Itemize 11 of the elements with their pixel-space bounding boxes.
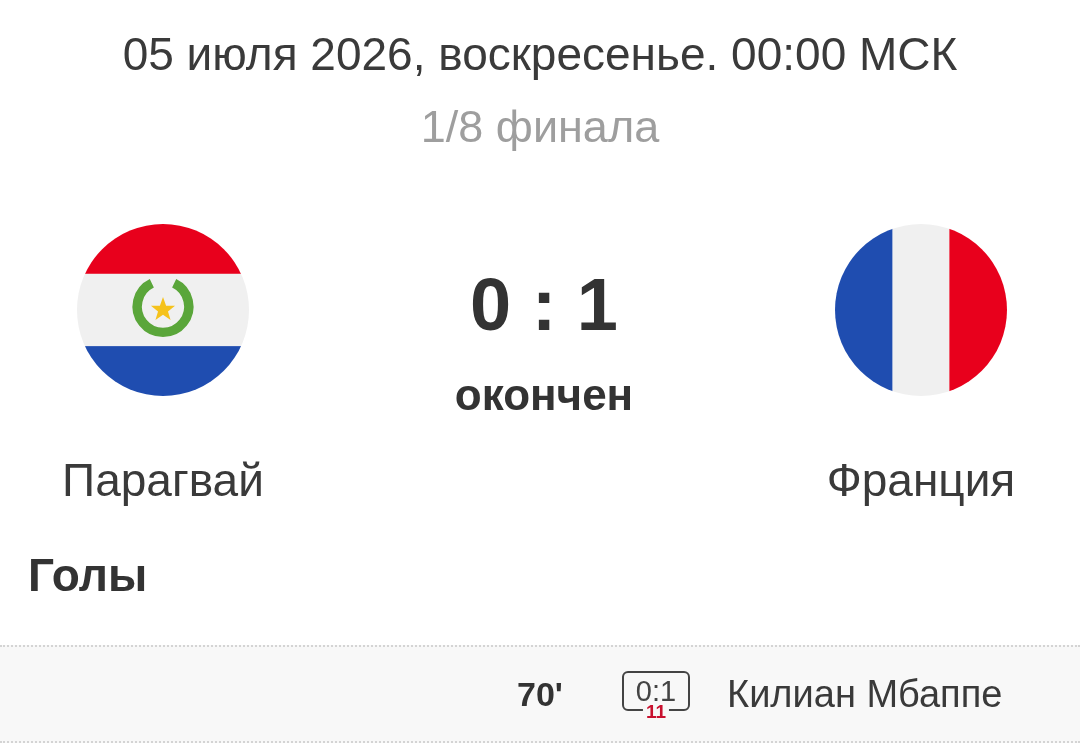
match-date: 05 июля 2026, воскресенье. 00:00 МСК	[122, 27, 958, 81]
goal-scorer: Килиан Мбаппе	[727, 672, 1003, 716]
match-status: окончен	[454, 370, 634, 420]
goal-minute: 70'	[517, 674, 563, 714]
flag-icon	[835, 224, 1007, 396]
match-stage: 1/8 финала	[420, 101, 660, 153]
home-team-name: Парагвай	[62, 453, 264, 507]
flag-icon	[77, 224, 249, 396]
away-team-name: Франция	[826, 453, 1016, 507]
goals-heading: Голы	[28, 549, 148, 601]
match-score: 0 : 1	[469, 263, 619, 347]
